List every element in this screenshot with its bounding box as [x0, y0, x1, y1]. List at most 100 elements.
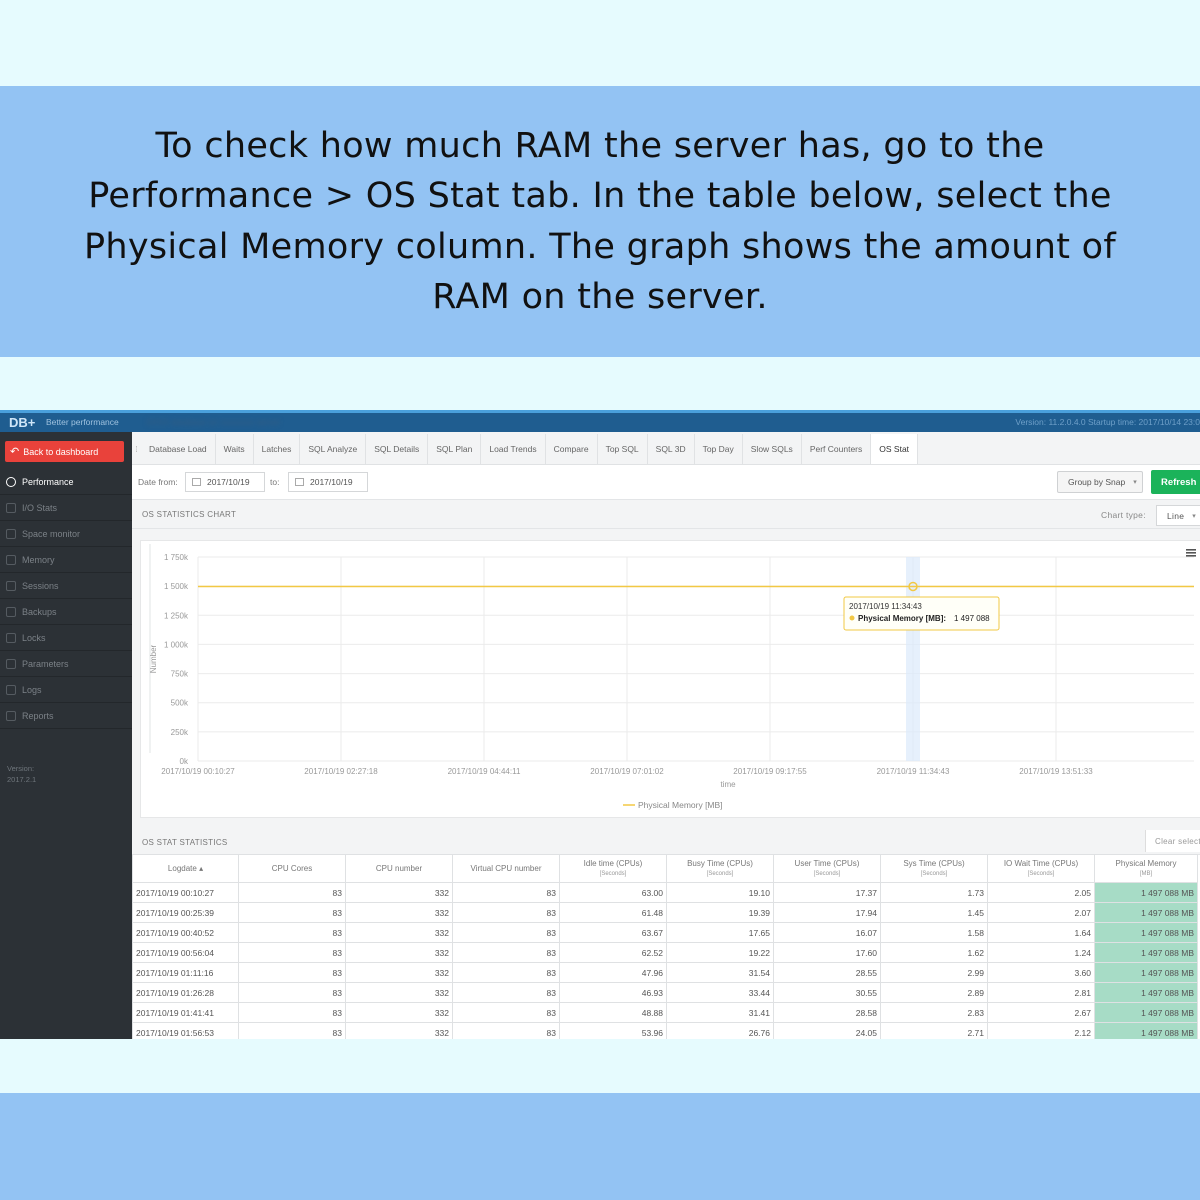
table-cell[interactable]: 83: [238, 942, 346, 963]
tab-sql-analyze[interactable]: SQL Analyze: [300, 434, 367, 464]
table-cell[interactable]: 332: [345, 1022, 453, 1039]
table-cell[interactable]: 2.67: [987, 1002, 1095, 1023]
tab-perf-counters[interactable]: Perf Counters: [802, 434, 872, 464]
tab-top-day[interactable]: Top Day: [695, 434, 743, 464]
sidebar-item-i-o-stats[interactable]: I/O Stats: [0, 495, 132, 521]
physical-memory-cell[interactable]: 1 497 088 MB: [1094, 1002, 1198, 1023]
table-cell[interactable]: 1.62: [880, 942, 988, 963]
table-cell[interactable]: 83: [238, 982, 346, 1003]
table-cell[interactable]: 83: [238, 882, 346, 903]
table-cell[interactable]: 17.37: [773, 882, 881, 903]
table-row[interactable]: 2017/10/19 01:41:41 83 332 83 48.88 31.41 28.5…: [132, 1002, 1198, 1023]
table-cell[interactable]: 2.89: [880, 982, 988, 1003]
physical-memory-cell[interactable]: 1 497 088 MB: [1094, 882, 1198, 903]
table-cell[interactable]: 2017/10/19 00:40:52: [132, 922, 239, 943]
column-header[interactable]: Busy Time (CPUs) [Seconds]: [666, 854, 774, 883]
column-header[interactable]: Sys Time (CPUs) [Seconds]: [880, 854, 988, 883]
sidebar-item-parameters[interactable]: Parameters: [0, 651, 132, 677]
table-cell[interactable]: 53.96: [559, 1022, 667, 1039]
refresh-button[interactable]: Refresh: [1151, 470, 1200, 494]
tab-slow-sqls[interactable]: Slow SQLs: [743, 434, 802, 464]
table-row[interactable]: 2017/10/19 00:56:04 83 332 83 62.52 19.22 17.6…: [132, 942, 1198, 963]
table-cell[interactable]: 48.88: [559, 1002, 667, 1023]
table-cell[interactable]: 1.73: [880, 882, 988, 903]
column-header[interactable]: Virtual CPU number: [452, 854, 560, 883]
table-cell[interactable]: 83: [452, 922, 560, 943]
table-cell[interactable]: 63.67: [559, 922, 667, 943]
table-row[interactable]: 2017/10/19 01:56:53 83 332 83 53.96 26.76 24.0…: [132, 1022, 1198, 1039]
table-cell[interactable]: 83: [238, 1022, 346, 1039]
physical-memory-cell[interactable]: 1 497 088 MB: [1094, 942, 1198, 963]
tab-compare[interactable]: Compare: [546, 434, 598, 464]
table-cell[interactable]: 17.65: [666, 922, 774, 943]
table-cell[interactable]: 2017/10/19 01:11:16: [132, 962, 239, 983]
table-cell[interactable]: 19.39: [666, 902, 774, 923]
date-from-input[interactable]: 2017/10/19: [185, 472, 265, 492]
table-row[interactable]: 2017/10/19 00:40:52 83 332 83 63.67 17.65 16.0…: [132, 922, 1198, 943]
table-cell[interactable]: 83: [452, 1002, 560, 1023]
table-cell[interactable]: 47.96: [559, 962, 667, 983]
sidebar-item-reports[interactable]: Reports: [0, 703, 132, 729]
tab-waits[interactable]: Waits: [216, 434, 254, 464]
tab-sql-details[interactable]: SQL Details: [366, 434, 429, 464]
table-cell[interactable]: 28.58: [773, 1002, 881, 1023]
table-row[interactable]: 2017/10/19 00:10:27 83 332 83 63.00 19.10 17.3…: [132, 882, 1198, 903]
table-cell[interactable]: 2.81: [987, 982, 1095, 1003]
table-cell[interactable]: 28.55: [773, 962, 881, 983]
table-cell[interactable]: 1.58: [880, 922, 988, 943]
column-header[interactable]: CPU number: [345, 854, 453, 883]
line-chart[interactable]: 0k 250k 500k 750k 1 000k 1 250k 1 500k 1 750k 20…: [141, 541, 1200, 817]
table-cell[interactable]: 17.60: [773, 942, 881, 963]
table-cell[interactable]: 2.99: [880, 962, 988, 983]
table-cell[interactable]: 19.22: [666, 942, 774, 963]
table-cell[interactable]: 61.48: [559, 902, 667, 923]
table-cell[interactable]: 1.64: [987, 922, 1095, 943]
table-cell[interactable]: 332: [345, 882, 453, 903]
sidebar-item-memory[interactable]: Memory: [0, 547, 132, 573]
table-cell[interactable]: 19.10: [666, 882, 774, 903]
column-header[interactable]: Idle time (CPUs) [Seconds]: [559, 854, 667, 883]
sidebar-item-backups[interactable]: Backups: [0, 599, 132, 625]
table-cell[interactable]: 332: [345, 1002, 453, 1023]
table-cell[interactable]: 83: [452, 902, 560, 923]
table-cell[interactable]: 1.24: [987, 942, 1095, 963]
table-cell[interactable]: 24.05: [773, 1022, 881, 1039]
column-header[interactable]: Logdate ▴: [132, 854, 239, 883]
table-cell[interactable]: 2017/10/19 01:56:53: [132, 1022, 239, 1039]
table-cell[interactable]: 2017/10/19 00:10:27: [132, 882, 239, 903]
table-cell[interactable]: 83: [452, 882, 560, 903]
table-cell[interactable]: 2.71: [880, 1022, 988, 1039]
table-cell[interactable]: 2017/10/19 01:26:28: [132, 982, 239, 1003]
table-cell[interactable]: 30.55: [773, 982, 881, 1003]
physical-memory-cell[interactable]: 1 497 088 MB: [1094, 982, 1198, 1003]
tab-os-stat[interactable]: OS Stat: [871, 434, 919, 464]
table-cell[interactable]: 2.05: [987, 882, 1095, 903]
table-cell[interactable]: 83: [452, 1022, 560, 1039]
table-cell[interactable]: 2017/10/19 00:56:04: [132, 942, 239, 963]
physical-memory-cell[interactable]: 1 497 088 MB: [1094, 1022, 1198, 1039]
table-cell[interactable]: 2017/10/19 01:41:41: [132, 1002, 239, 1023]
table-cell[interactable]: 332: [345, 922, 453, 943]
column-header[interactable]: Physical Memory [MB]: [1094, 854, 1198, 883]
table-cell[interactable]: 26.76: [666, 1022, 774, 1039]
table-cell[interactable]: 2.12: [987, 1022, 1095, 1039]
tab-load-trends[interactable]: Load Trends: [481, 434, 546, 464]
tab-bar-handle-icon[interactable]: ⁞: [132, 434, 141, 464]
table-cell[interactable]: 83: [238, 962, 346, 983]
tab-top-sql[interactable]: Top SQL: [598, 434, 648, 464]
tab-latches[interactable]: Latches: [254, 434, 301, 464]
table-cell[interactable]: 3.60: [987, 962, 1095, 983]
table-cell[interactable]: 83: [452, 962, 560, 983]
table-row[interactable]: 2017/10/19 00:25:39 83 332 83 61.48 19.39 17.9…: [132, 902, 1198, 923]
clear-selection-button[interactable]: Clear selection: [1145, 830, 1200, 852]
group-by-dropdown[interactable]: Group by Snap ▾: [1057, 471, 1143, 493]
column-header[interactable]: CPU Cores: [238, 854, 346, 883]
sidebar-item-logs[interactable]: Logs: [0, 677, 132, 703]
table-cell[interactable]: 83: [238, 922, 346, 943]
table-cell[interactable]: 16.07: [773, 922, 881, 943]
table-cell[interactable]: 33.44: [666, 982, 774, 1003]
table-cell[interactable]: 17.94: [773, 902, 881, 923]
table-cell[interactable]: 2.07: [987, 902, 1095, 923]
table-cell[interactable]: 1.45: [880, 902, 988, 923]
sidebar-item-sessions[interactable]: Sessions: [0, 573, 132, 599]
